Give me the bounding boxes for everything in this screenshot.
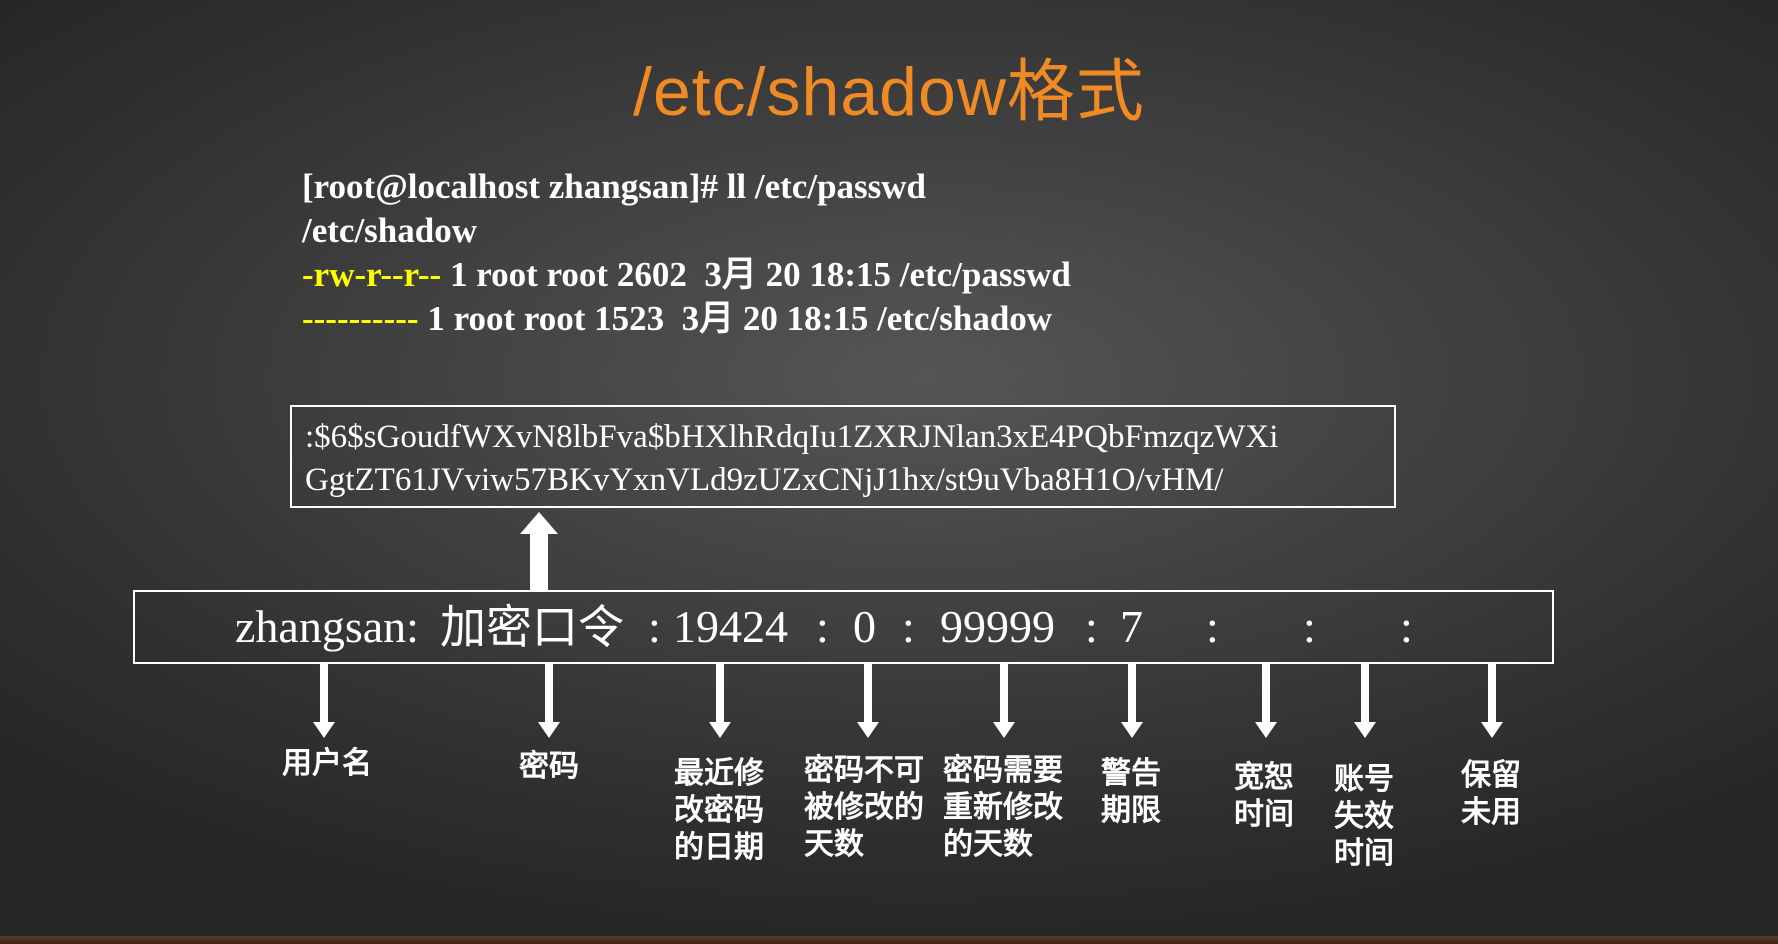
command-line-continuation: /etc/shadow <box>302 211 477 250</box>
label-username: 用户名 <box>282 746 372 781</box>
password-hash-box: :$6$sGoudfWXvN8lbFva$bHXlhRdqIu1ZXRJNlan… <box>290 405 1396 508</box>
separator: : <box>1085 601 1098 652</box>
field-min-days: 0 <box>853 601 876 652</box>
separator: : <box>1400 601 1413 652</box>
field-username: zhangsan: <box>235 601 419 652</box>
slide-title: /etc/shadow格式 <box>633 54 1145 130</box>
label-password: 密码 <box>519 749 579 784</box>
command-line: [root@localhost zhangsan]# ll /etc/passw… <box>302 167 927 206</box>
down-arrow-icon <box>857 664 879 738</box>
shadow-permissions: ---------- <box>302 299 419 338</box>
label-last-change: 最近修 改密码 的日期 <box>674 756 764 865</box>
separator: : <box>902 601 915 652</box>
label-min-days: 密码不可 被修改的 天数 <box>804 753 924 862</box>
down-arrow-icon <box>313 664 335 738</box>
field-last-change: 19424 <box>673 601 788 652</box>
label-warn: 警告 期限 <box>1101 756 1161 828</box>
separator: : <box>816 601 829 652</box>
down-arrow-icon <box>709 664 731 738</box>
field-password: 加密口令 <box>440 600 624 654</box>
field-warn: 7 <box>1120 601 1143 652</box>
command-output: [root@localhost zhangsan]# ll /etc/passw… <box>302 165 1071 341</box>
up-arrow-icon <box>520 512 558 590</box>
field-max-days: 99999 <box>940 601 1055 652</box>
down-arrow-icon <box>993 664 1015 738</box>
separator: : <box>648 601 661 652</box>
hash-line-2: GgtZT61JVviw57BKvYxnVLd9zUZxCNjJ1hx/st9u… <box>305 462 1224 498</box>
down-arrow-icon <box>1255 664 1277 738</box>
down-arrow-icon <box>1121 664 1143 738</box>
passwd-permissions: -rw-r--r-- <box>302 255 442 294</box>
hash-line-1: :$6$sGoudfWXvN8lbFva$bHXlhRdqIu1ZXRJNlan… <box>305 419 1279 455</box>
down-arrow-icon <box>538 664 560 738</box>
label-inactive: 宽恕 时间 <box>1234 760 1294 832</box>
shadow-listing-details: 1 root root 1523 3月 20 18:15 /etc/shadow <box>418 299 1053 338</box>
down-arrow-icon <box>1481 664 1503 738</box>
separator: : <box>1303 601 1316 652</box>
label-expire: 账号 失效 时间 <box>1334 762 1394 871</box>
label-reserved: 保留 未用 <box>1461 758 1521 830</box>
down-arrow-icon <box>1354 664 1376 738</box>
label-max-days: 密码需要 重新修改 的天数 <box>943 753 1063 862</box>
shadow-listing: ---------- 1 root root 1523 3月 20 18:15 … <box>302 297 1071 341</box>
bottom-edge <box>0 936 1778 944</box>
passwd-listing: -rw-r--r-- 1 root root 2602 3月 20 18:15 … <box>302 253 1071 297</box>
separator: : <box>1206 601 1219 652</box>
passwd-listing-details: 1 root root 2602 3月 20 18:15 /etc/passwd <box>441 255 1071 294</box>
